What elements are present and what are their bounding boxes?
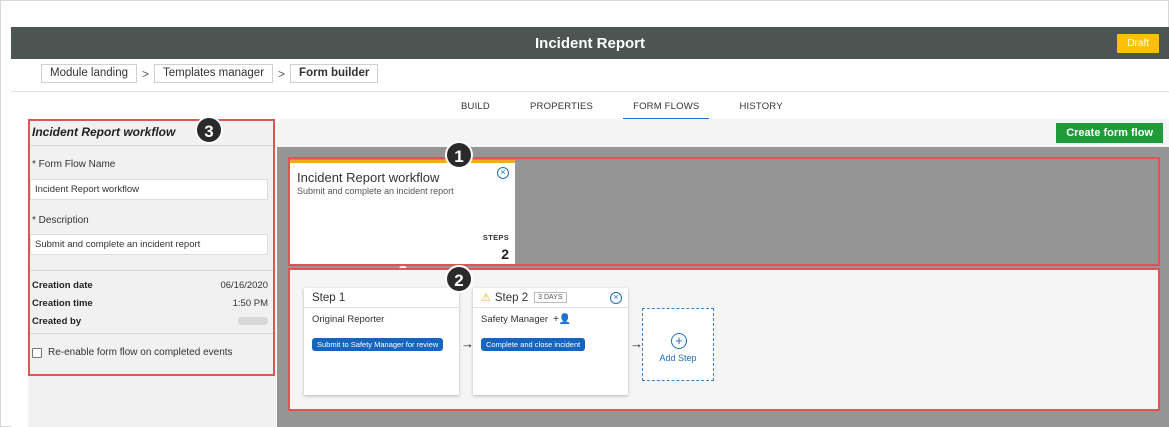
step-1-role: Original Reporter xyxy=(312,314,384,325)
add-step-label: Add Step xyxy=(659,353,697,363)
step-2-role: Safety Manager +👤 xyxy=(481,314,571,325)
step-2-action-pill: Complete and close incident xyxy=(481,338,586,351)
callout-outline-3 xyxy=(28,119,275,376)
callout-marker-2: 2 xyxy=(445,265,473,293)
warning-icon: ⚠ xyxy=(481,292,491,304)
callout-marker-3: 3 xyxy=(195,116,223,144)
step-2-role-label: Safety Manager xyxy=(481,314,549,325)
close-icon[interactable]: × xyxy=(610,292,622,304)
form-flows-toolbar: Create form flow xyxy=(277,119,1169,147)
step-1-role-label: Original Reporter xyxy=(312,314,385,325)
create-form-flow-button[interactable]: Create form flow xyxy=(1056,123,1163,143)
step-2-title: Step 2 xyxy=(494,291,529,304)
tab-history[interactable]: HISTORY xyxy=(739,95,782,120)
tab-build[interactable]: BUILD xyxy=(461,95,490,120)
step-2-header: ⚠ Step 2 3 DAYS xyxy=(473,288,628,308)
step-card-1[interactable]: Step 1 Original Reporter Submit to Safet… xyxy=(304,288,459,395)
breadcrumb-templates-manager[interactable]: Templates manager xyxy=(154,64,274,83)
step-1-title: Step 1 xyxy=(312,291,346,304)
step-1-action-pill: Submit to Safety Manager for review xyxy=(312,338,444,351)
step-2-days-badge: 3 DAYS xyxy=(534,292,567,303)
plus-circle-icon: + xyxy=(671,333,687,349)
step-card-2[interactable]: ⚠ Step 2 3 DAYS × Safety Manager +👤 Comp… xyxy=(473,288,628,395)
add-person-icon[interactable]: +👤 xyxy=(553,314,571,325)
callout-outline-1 xyxy=(288,157,1160,266)
breadcrumb-form-builder: Form builder xyxy=(290,64,379,83)
breadcrumb-separator: > xyxy=(142,66,150,81)
add-step-button[interactable]: + Add Step xyxy=(642,308,714,381)
tab-bar: BUILD PROPERTIES FORM FLOWS HISTORY xyxy=(441,95,803,120)
callout-marker-1: 1 xyxy=(445,141,473,169)
breadcrumb-separator: > xyxy=(278,66,286,81)
page-title: Incident Report xyxy=(534,34,645,52)
breadcrumb: Module landing > Templates manager > For… xyxy=(41,64,379,83)
header-divider xyxy=(11,91,1169,92)
tab-form-flows[interactable]: FORM FLOWS xyxy=(623,95,710,120)
step-1-header: Step 1 xyxy=(304,288,459,308)
tab-properties[interactable]: PROPERTIES xyxy=(530,95,593,120)
draft-status-badge: Draft xyxy=(1117,34,1159,53)
title-bar: Incident Report Draft xyxy=(11,27,1169,59)
breadcrumb-module-landing[interactable]: Module landing xyxy=(41,64,138,83)
